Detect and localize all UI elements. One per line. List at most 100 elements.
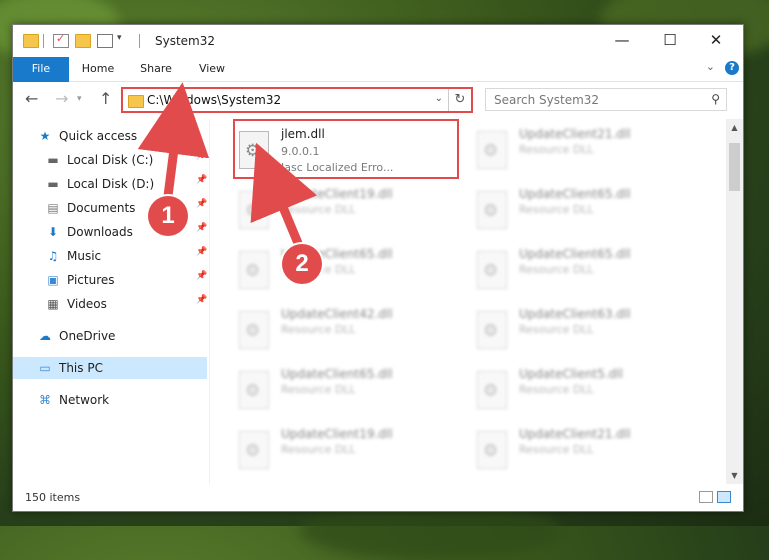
tab-home[interactable]: Home [75, 57, 121, 81]
scroll-down-icon[interactable]: ▼ [726, 471, 743, 480]
sidebar-item-label: Downloads [67, 225, 133, 239]
file-description: Resource DLL [519, 143, 594, 156]
file-item[interactable]: UpdateClient63.dll Resource DLL [471, 303, 693, 359]
file-item[interactable]: UpdateClient21.dll Resource DLL [471, 423, 693, 479]
sidebar-item-videos[interactable]: ▦ Videos [45, 293, 107, 315]
sidebar-item-label: Quick access [59, 129, 138, 143]
downloads-icon: ⬇ [47, 225, 59, 239]
sidebar-item-onedrive[interactable]: ☁ OneDrive [37, 325, 115, 347]
file-item[interactable]: UpdateClient65.dll Resource DLL [471, 183, 693, 239]
drive-icon: ▬ [47, 153, 59, 167]
file-item[interactable]: UpdateClient21.dll Resource DLL [471, 123, 693, 179]
file-name: UpdateClient65.dll [519, 247, 631, 261]
properties-icon[interactable]: ✓ [53, 32, 69, 48]
scroll-thumb[interactable] [729, 143, 740, 191]
sidebar-item-label: Local Disk (C:) [67, 153, 154, 167]
sidebar-item-label: Local Disk (D:) [67, 177, 155, 191]
sidebar-item-network[interactable]: ⌘ Network [37, 389, 109, 411]
network-icon: ⌘ [39, 393, 51, 407]
pane-splitter[interactable] [209, 119, 210, 484]
recent-locations-icon[interactable]: ▾ [77, 94, 82, 104]
file-description: Resource DLL [519, 443, 594, 456]
navigation-pane: ★ Quick access ▬ Local Disk (C:) 📌 ▬ Local … [13, 119, 209, 484]
minimize-button[interactable]: — [599, 25, 645, 55]
pin-icon[interactable]: 📌 [196, 199, 207, 209]
file-name: UpdateClient21.dll [519, 127, 631, 141]
file-item[interactable]: UpdateClient65.dll Resource DLL [471, 243, 693, 299]
sidebar-item-quick-access[interactable]: ★ Quick access [37, 125, 138, 147]
callout-number: 2 [282, 244, 322, 284]
file-item[interactable]: UpdateClient65.dll Resource DLL [233, 363, 455, 419]
tab-view[interactable]: View [189, 57, 235, 81]
pin-icon[interactable]: 📌 [196, 295, 207, 305]
pin-icon[interactable]: 📌 [196, 247, 207, 257]
sidebar-item-label: Documents [67, 201, 136, 215]
sidebar-item-music[interactable]: ♫ Music [45, 245, 102, 267]
address-bar[interactable]: C:\Windows\System32 ⌄ ↻ [121, 87, 473, 113]
navigation-bar: ← → ▾ ↑ C:\Windows\System32 ⌄ ↻ Search S… [13, 82, 743, 118]
file-name: UpdateClient63.dll [519, 307, 631, 321]
pin-icon[interactable]: 📌 [196, 175, 207, 185]
status-bar: 150 items [13, 485, 743, 511]
videos-icon: ▦ [47, 297, 59, 311]
file-item[interactable]: UpdateClient42.dll Resource DLL [233, 303, 455, 359]
dll-file-icon [477, 311, 507, 349]
star-icon: ★ [39, 129, 51, 143]
pin-icon[interactable]: 📌 [196, 223, 207, 233]
maximize-button[interactable]: ☐ [647, 25, 693, 55]
file-item[interactable]: UpdateClient5.dll Resource DLL [471, 363, 693, 419]
file-item[interactable]: UpdateClient19.dll Resource DLL [233, 423, 455, 479]
tiles-view-icon[interactable] [717, 491, 731, 503]
file-description: Resource DLL [281, 443, 356, 456]
sidebar-item-local-disk-c[interactable]: ▬ Local Disk (C:) [45, 149, 153, 171]
details-view-icon[interactable] [699, 491, 713, 503]
documents-icon: ▤ [47, 201, 59, 215]
tab-share[interactable]: Share [133, 57, 179, 81]
scroll-up-icon[interactable]: ▲ [726, 123, 743, 132]
sidebar-item-pictures[interactable]: ▣ Pictures [45, 269, 115, 291]
help-icon[interactable]: ? [725, 61, 739, 75]
sidebar-item-label: Network [59, 393, 110, 407]
file-item[interactable]: UpdateClient19.dll Resource DLL [233, 183, 455, 239]
sidebar-item-label: Videos [67, 297, 107, 311]
up-arrow-icon[interactable]: ↑ [99, 89, 112, 108]
drive-icon: ▬ [47, 177, 59, 191]
customize-icon[interactable] [97, 34, 113, 48]
file-description: Resource DLL [281, 383, 356, 396]
pin-icon[interactable]: 📌 [196, 151, 207, 161]
dll-file-icon [477, 251, 507, 289]
forward-arrow-icon[interactable]: → [55, 89, 68, 108]
back-arrow-icon[interactable]: ← [25, 89, 38, 108]
chevron-down-icon[interactable]: ⌄ [435, 93, 443, 104]
search-icon[interactable]: ⚲ [711, 92, 720, 106]
close-button[interactable]: ✕ [693, 25, 739, 55]
dll-file-icon [239, 251, 269, 289]
refresh-icon[interactable]: ↻ [448, 89, 471, 111]
file-description: Resource DLL [281, 323, 356, 336]
file-name: UpdateClient19.dll [281, 187, 393, 201]
dll-file-icon [239, 311, 269, 349]
highlight-box [233, 119, 459, 179]
dll-file-icon [239, 431, 269, 469]
collapse-ribbon-icon[interactable]: ⌄ [706, 60, 715, 73]
sidebar-item-downloads[interactable]: ⬇ Downloads [45, 221, 133, 243]
pin-icon[interactable]: 📌 [196, 271, 207, 281]
new-folder-icon[interactable] [75, 34, 91, 48]
title-bar: ✓ ▾ System32 — ☐ ✕ [13, 25, 743, 57]
search-input[interactable]: Search System32 ⚲ [485, 88, 727, 111]
window-title: System32 [155, 34, 216, 48]
vertical-scrollbar[interactable]: ▲ ▼ [726, 119, 743, 484]
folder-icon [128, 95, 144, 108]
sidebar-item-label: Pictures [67, 273, 115, 287]
sidebar-item-local-disk-d[interactable]: ▬ Local Disk (D:) [45, 173, 154, 195]
sidebar-item-this-pc[interactable]: ▭ This PC [13, 357, 207, 379]
chevron-down-icon[interactable]: ▾ [117, 33, 122, 43]
address-text[interactable]: C:\Windows\System32 [147, 93, 281, 107]
sidebar-item-documents[interactable]: ▤ Documents [45, 197, 135, 219]
file-item[interactable]: UpdateClient65.dll Resource DLL [233, 243, 455, 299]
file-name: UpdateClient65.dll [281, 367, 393, 381]
file-name: UpdateClient19.dll [281, 427, 393, 441]
file-description: Resource DLL [519, 263, 594, 276]
dll-file-icon [239, 371, 269, 409]
dll-file-icon [477, 431, 507, 469]
